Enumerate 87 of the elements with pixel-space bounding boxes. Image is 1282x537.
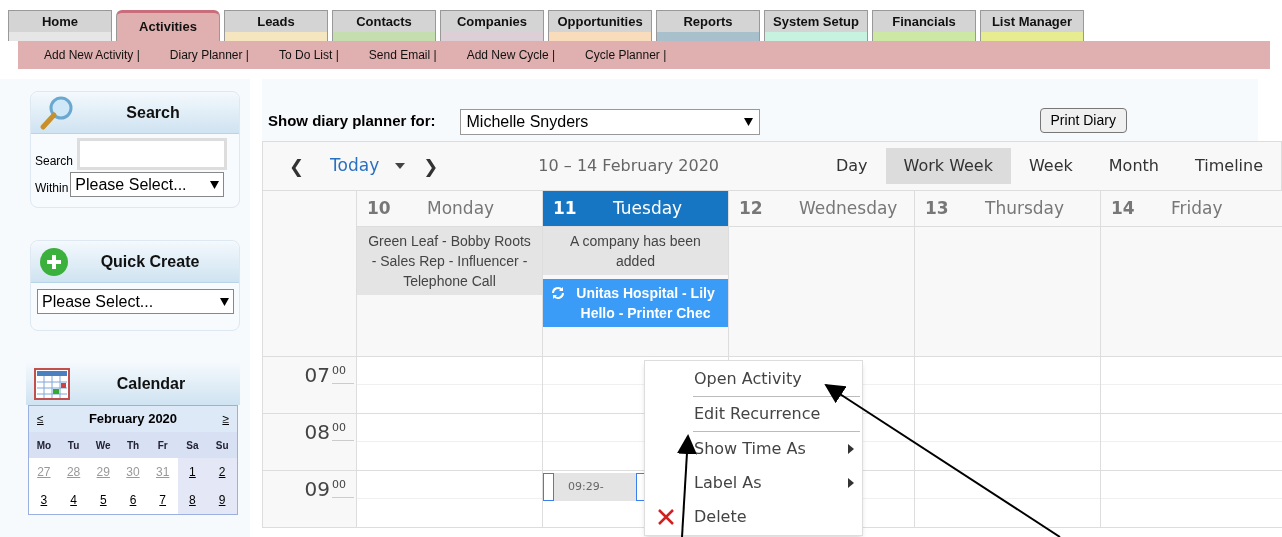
field-label: Within [35, 180, 69, 197]
dropdown-arrow-icon [220, 297, 229, 306]
submenu-arrow-icon [848, 478, 854, 488]
day-header[interactable]: 11 Tuesday [543, 191, 728, 227]
submenu-arrow-icon [848, 444, 854, 454]
date-range: 10 – 14 February 2020 [538, 155, 720, 177]
nav-tab[interactable]: System Setup [764, 10, 868, 41]
view-button[interactable]: Day [817, 148, 886, 184]
event-title: Unitas Hospital - Lily Hello - Printer Chec [575, 284, 716, 323]
nav-tab[interactable]: Financials [872, 10, 976, 41]
dropdown-arrow-icon [210, 180, 220, 189]
dropdown-arrow-icon [743, 118, 753, 126]
menu-item[interactable]: Label As [645, 466, 862, 500]
recurrence-icon [551, 286, 565, 300]
day-header[interactable]: 10 Monday [357, 191, 542, 227]
event-block[interactable]: A company has been added [543, 227, 728, 275]
minute-label: 00 [332, 477, 354, 498]
previous-month-link[interactable]: ≤ [37, 410, 44, 428]
hour-label: 09 [304, 477, 330, 501]
menu-item[interactable]: Open Activity [645, 362, 862, 396]
print-diary-button[interactable]: Print Diary [1039, 108, 1127, 133]
selection-handle[interactable] [543, 473, 554, 501]
minute-label: 00 [332, 363, 354, 384]
delete-icon [657, 508, 675, 526]
calendar-day[interactable]: 8 [189, 491, 196, 509]
within-dropdown[interactable]: Please Select... [70, 172, 225, 197]
calendar-day[interactable]: 2 [218, 463, 226, 481]
day-header[interactable]: 12 Wednesday [729, 191, 914, 227]
event-block[interactable]: 09:29- [554, 473, 636, 501]
minute-label: 00 [332, 420, 354, 441]
menu-item[interactable]: Show Time As [645, 432, 862, 466]
weekday-label: Tu [66, 438, 81, 453]
nav-tab[interactable]: Opportunities [548, 10, 652, 41]
view-button[interactable]: Week [1010, 148, 1091, 184]
nav-tab[interactable]: List Manager [980, 10, 1084, 41]
view-button[interactable]: Work Week [885, 148, 1011, 184]
next-button[interactable]: ❯ [423, 152, 439, 180]
weekday-label: We [94, 438, 112, 453]
calendar-icon [34, 368, 70, 400]
sub-navigation-link[interactable]: Add New Cycle | [466, 46, 556, 64]
weekday-label: Mo [35, 438, 53, 453]
nav-tab[interactable]: Reports [656, 10, 760, 41]
month-title: February 2020 [88, 410, 178, 429]
nav-tab[interactable]: Contacts [332, 10, 436, 41]
search-icon [39, 94, 75, 131]
menu-item[interactable]: Delete [645, 500, 862, 534]
panel-title: Quick Create [99, 251, 201, 272]
next-month-link[interactable]: ≥ [222, 410, 229, 428]
weekday-label: Sa [185, 438, 200, 453]
plus-icon [39, 246, 69, 277]
view-button[interactable]: Month [1090, 148, 1177, 184]
today-button[interactable]: Today [330, 153, 380, 179]
event-block[interactable]: Green Leaf - Bobby Roots - Sales Rep - Influencer - Telephone Call [357, 227, 542, 295]
weekday-label: Su [214, 438, 230, 453]
quick-create-dropdown[interactable]: Please Select... [37, 289, 234, 314]
weekday-label: Fr [156, 438, 169, 453]
sub-navigation-link[interactable]: Diary Planner | [169, 46, 249, 64]
calendar-day[interactable]: 7 [159, 491, 167, 509]
nav-tab[interactable]: Leads [224, 10, 328, 41]
nav-tab[interactable]: Companies [440, 10, 544, 41]
view-button[interactable]: Timeline [1176, 148, 1281, 184]
search-field[interactable] [77, 138, 228, 170]
dropdown-caret-icon[interactable] [395, 163, 406, 169]
calendar-day[interactable]: 3 [40, 491, 48, 509]
panel-title: Calendar [115, 374, 187, 394]
sub-navigation-link[interactable]: Send Email | [368, 46, 437, 64]
panel-title: Search [125, 102, 181, 123]
calendar-day[interactable]: 6 [129, 491, 137, 509]
calendar-day[interactable]: 1 [189, 463, 196, 481]
sub-navigation-link[interactable]: Cycle Planner | [585, 46, 667, 64]
day-header[interactable]: 14 Friday [1101, 191, 1282, 227]
planner-label: Show diary planner for: [268, 110, 436, 131]
previous-button[interactable]: ❮ [289, 152, 305, 180]
nav-tab[interactable]: Activities [116, 10, 220, 41]
sub-navigation-link[interactable]: Add New Activity | [44, 46, 140, 64]
calendar-day[interactable]: 5 [99, 491, 107, 509]
hour-label: 08 [304, 420, 330, 444]
nav-tab[interactable]: Home [8, 10, 112, 41]
field-label: Search [35, 153, 74, 170]
hour-label: 07 [304, 363, 330, 387]
menu-item[interactable]: Edit Recurrence [645, 397, 862, 431]
calendar-day[interactable]: 4 [70, 491, 77, 509]
sub-navigation-link[interactable]: To Do List | [279, 46, 339, 64]
day-header[interactable]: 13 Thursday [915, 191, 1100, 227]
user-dropdown[interactable]: Michelle Snyders [459, 109, 760, 135]
weekday-label: Th [125, 438, 141, 453]
calendar-day[interactable]: 9 [218, 491, 226, 509]
